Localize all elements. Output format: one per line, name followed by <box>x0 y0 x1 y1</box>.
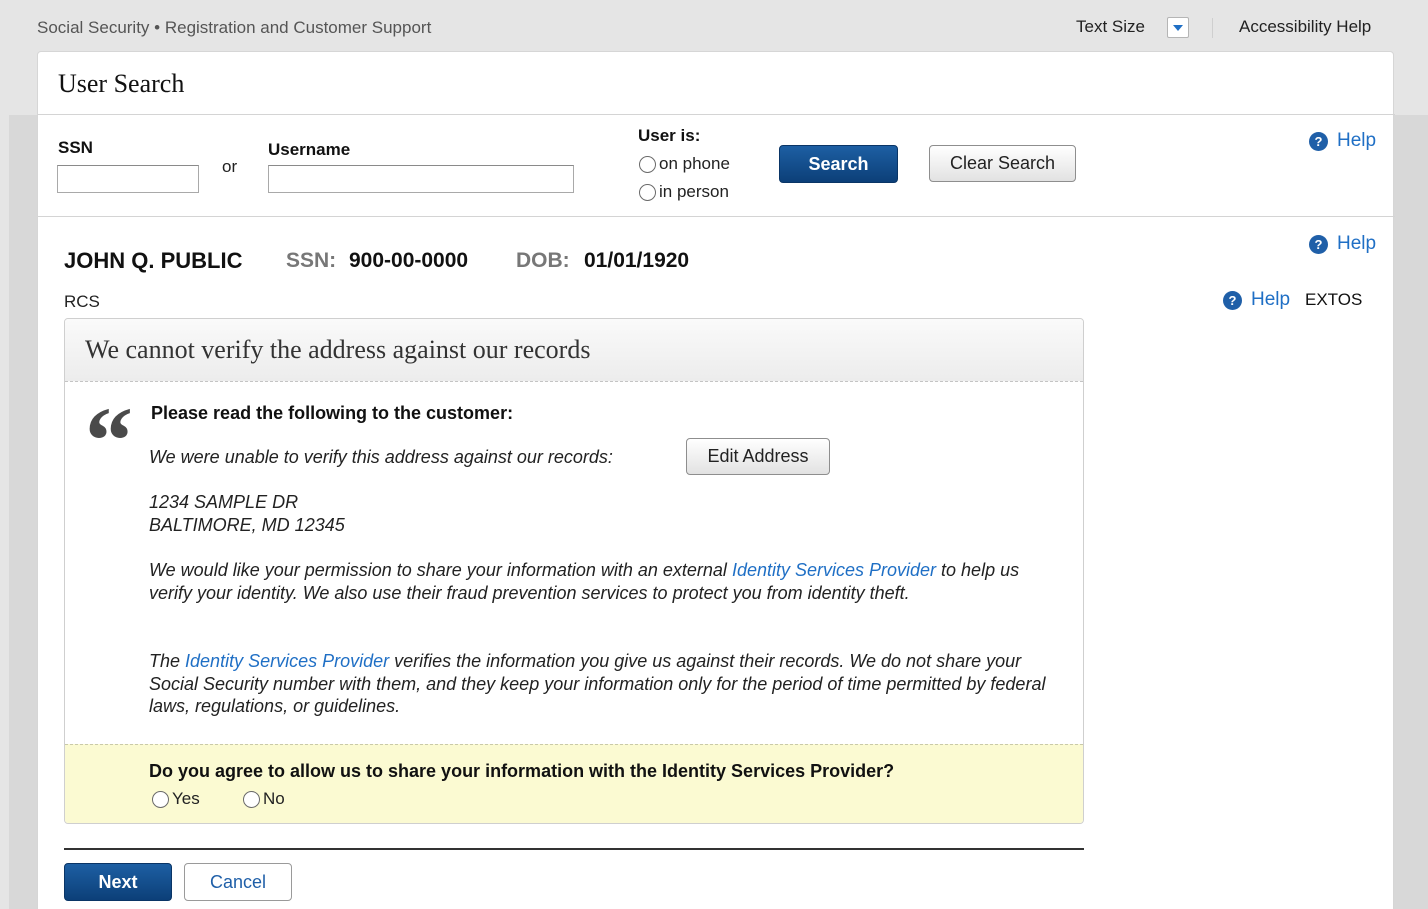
page-shadow-right <box>1394 115 1428 909</box>
provider-text: The <box>149 651 186 671</box>
message-header: We cannot verify the address against our… <box>65 319 1083 382</box>
ssn-label: SSN <box>58 138 93 157</box>
yes-label: Yes <box>172 789 200 808</box>
help-icon: ? <box>1309 234 1328 254</box>
page-shadow-left <box>9 115 37 909</box>
permission-paragraph: We would like your permission to share y… <box>149 559 1059 604</box>
next-button[interactable]: Next <box>64 863 172 901</box>
user-is-label: User is: <box>638 126 701 145</box>
dob-value: 01/01/1920 <box>584 249 690 272</box>
search-button[interactable]: Search <box>779 145 898 183</box>
help-label: Help <box>1337 130 1377 151</box>
in-person-label: in person <box>659 182 729 201</box>
main-panel: User Search SSN or Username User is: on … <box>37 51 1395 909</box>
help-label: Help <box>1337 233 1377 254</box>
address-verification-message: We cannot verify the address against our… <box>64 318 1084 824</box>
site-title: Social Security • Registration and Custo… <box>37 18 432 37</box>
help-label: Help <box>1251 289 1291 310</box>
yes-radio[interactable] <box>152 791 169 808</box>
provider-paragraph: The Identity Services Provider verifies … <box>149 650 1049 718</box>
consent-question: Do you agree to allow us to share your i… <box>149 761 895 781</box>
no-radio[interactable] <box>243 791 260 808</box>
divider <box>38 114 1395 115</box>
address-line-1: 1234 SAMPLE DR <box>149 492 299 512</box>
help-icon: ? <box>1309 131 1328 151</box>
no-label: No <box>263 789 285 808</box>
in-person-radio[interactable] <box>639 184 656 201</box>
identity-services-provider-link[interactable]: Identity Services Provider <box>185 651 389 671</box>
customer-help-link[interactable]: ? Help <box>1309 233 1376 255</box>
clear-search-button[interactable]: Clear Search <box>929 145 1076 182</box>
username-input[interactable] <box>268 165 574 193</box>
rcs-label: RCS <box>64 292 100 311</box>
top-bar: Social Security • Registration and Custo… <box>0 0 1428 52</box>
text-size-dropdown-button[interactable] <box>1167 17 1189 38</box>
extos-label: EXTOS <box>1305 290 1363 309</box>
read-to-customer-heading: Please read the following to the custome… <box>151 403 514 423</box>
divider <box>64 848 1084 850</box>
ssn-field-label: SSN: <box>286 249 337 272</box>
search-help-link[interactable]: ? Help <box>1309 130 1376 152</box>
address-line-2: BALTIMORE, MD 12345 <box>149 515 345 535</box>
help-icon: ? <box>1223 290 1242 310</box>
page-title: User Search <box>58 69 185 98</box>
quote-icon: “ <box>85 387 133 494</box>
identity-services-provider-link[interactable]: Identity Services Provider <box>732 560 936 580</box>
ssn-input[interactable] <box>57 165 199 193</box>
accessibility-help-link[interactable]: Accessibility Help <box>1239 17 1371 37</box>
permission-text: We would like your permission to share y… <box>149 560 732 580</box>
ssn-value: 900-00-0000 <box>349 249 469 272</box>
customer-name: JOHN Q. PUBLIC <box>64 248 243 273</box>
divider <box>38 216 1395 217</box>
or-label: or <box>222 157 238 176</box>
unable-to-verify-text: We were unable to verify this address ag… <box>149 447 613 467</box>
on-phone-label: on phone <box>659 154 730 173</box>
consent-section: Do you agree to allow us to share your i… <box>65 744 1083 823</box>
on-phone-radio[interactable] <box>639 156 656 173</box>
extos-help-link[interactable]: ? Help <box>1223 289 1290 311</box>
text-size-label: Text Size <box>1076 17 1145 36</box>
dob-field-label: DOB: <box>516 249 570 272</box>
edit-address-button[interactable]: Edit Address <box>686 438 830 475</box>
username-label: Username <box>268 140 351 159</box>
cancel-button[interactable]: Cancel <box>184 863 292 901</box>
divider <box>1212 18 1213 38</box>
message-title: We cannot verify the address against our… <box>85 335 591 364</box>
